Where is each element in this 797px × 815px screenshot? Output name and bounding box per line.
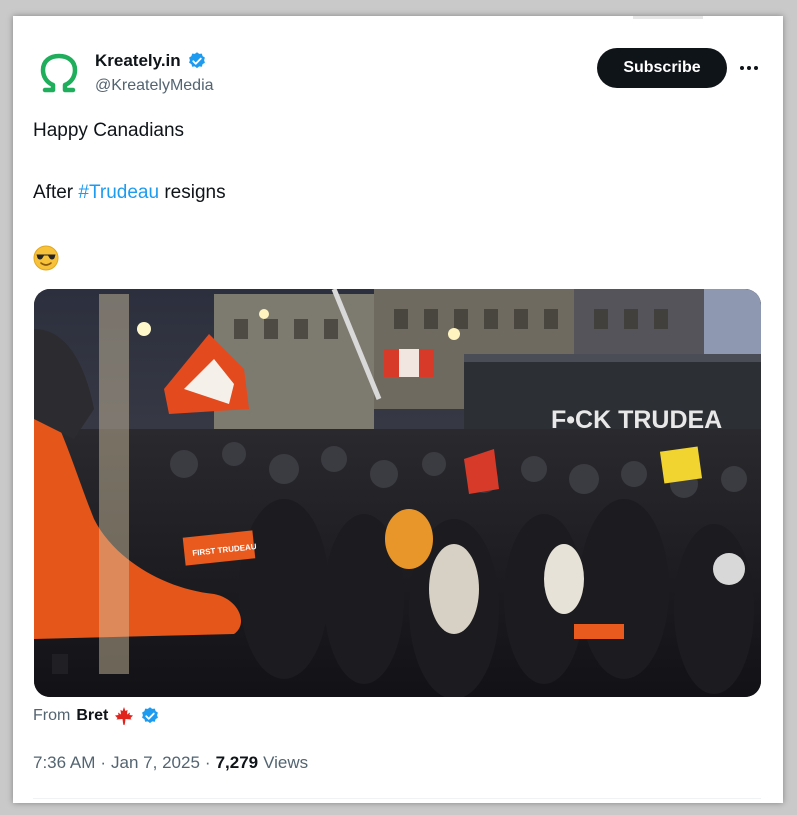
attribution-row: From Bret [33, 706, 160, 726]
more-dot [740, 66, 744, 70]
verified-badge-icon [142, 707, 159, 724]
top-divider [633, 16, 703, 19]
subscribe-button[interactable]: Subscribe [597, 48, 727, 88]
post-text-prefix: After [33, 182, 79, 203]
more-dot [754, 66, 758, 70]
hashtag-link[interactable]: #Trudeau [78, 182, 159, 203]
video-frame: F•CK TRUDEA FIRST TRUDEAU [34, 289, 761, 697]
video-media[interactable]: F•CK TRUDEA FIRST TRUDEAU [34, 289, 761, 697]
meta-separator: · [100, 753, 107, 772]
post-text-suffix: resigns [159, 182, 226, 203]
author-avatar[interactable] [35, 50, 83, 98]
meta-separator: · [204, 753, 211, 772]
author-name-row[interactable]: Kreately.in [95, 51, 207, 71]
post-time[interactable]: 7:36 AM [33, 753, 95, 773]
sunglasses-emoji-icon [33, 245, 59, 271]
author-handle[interactable]: @KreatelyMedia [95, 77, 214, 95]
post-date[interactable]: Jan 7, 2025 [111, 753, 200, 773]
more-dot [747, 66, 751, 70]
from-user-name[interactable]: Bret [76, 707, 108, 725]
verified-badge-icon [188, 52, 205, 69]
post-text-line-2: After #Trudeau resigns [33, 182, 226, 204]
post-meta: 7:36 AM · Jan 7, 2025 · 7,279 Views [33, 753, 308, 773]
author-display-name[interactable]: Kreately.in [95, 51, 181, 71]
post-text-line-1: Happy Canadians [33, 120, 185, 141]
views-label: Views [263, 753, 309, 772]
bottom-divider [33, 798, 761, 799]
more-options-icon[interactable] [737, 58, 761, 78]
post-card: Kreately.in @KreatelyMedia Subscribe Hap… [13, 16, 783, 803]
views-count: 7,279 [215, 753, 259, 772]
maple-leaf-icon [115, 707, 134, 725]
from-label: From [33, 707, 71, 724]
omega-logo-icon [40, 53, 78, 93]
